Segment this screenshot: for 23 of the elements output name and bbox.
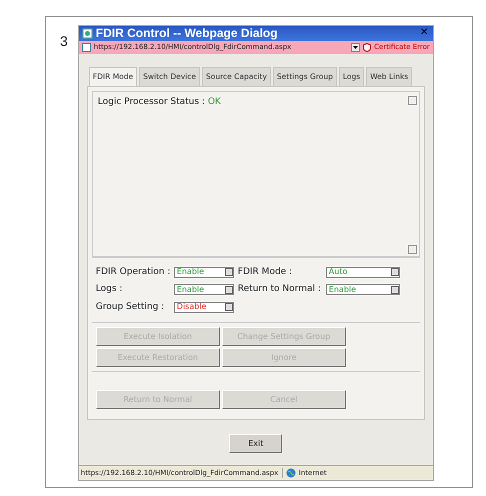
setting-label: FDIR Mode : xyxy=(238,266,294,279)
page-icon xyxy=(82,43,91,52)
dropdown[interactable]: Enable xyxy=(326,284,400,296)
setting-label: Return to Normal : xyxy=(238,283,322,296)
dropdown[interactable]: Disable xyxy=(174,302,234,313)
window-title: FDIR Control -- Webpage Dialog xyxy=(96,26,279,40)
dropdown[interactable]: Enable xyxy=(174,266,234,278)
globe-icon xyxy=(286,468,296,478)
dropdown[interactable]: Enable xyxy=(174,284,234,296)
setting-label: Logs : xyxy=(96,283,124,296)
setting-label: FDIR Operation : xyxy=(96,266,170,279)
dropdown[interactable]: Auto xyxy=(326,266,400,278)
exit-button[interactable]: Exit xyxy=(229,434,282,454)
page-icon xyxy=(82,28,93,39)
status-value: OK xyxy=(208,96,221,107)
close-button[interactable]: ✕ xyxy=(418,27,430,40)
setting-label: Group Setting : xyxy=(96,300,166,314)
figure-number: 3 xyxy=(60,33,68,50)
scrollbar[interactable] xyxy=(408,96,417,254)
shield-icon xyxy=(363,43,372,52)
dropdown-button[interactable] xyxy=(351,43,360,52)
caret-icon xyxy=(353,46,358,50)
status-label: Logic Processor Status : xyxy=(98,96,205,107)
